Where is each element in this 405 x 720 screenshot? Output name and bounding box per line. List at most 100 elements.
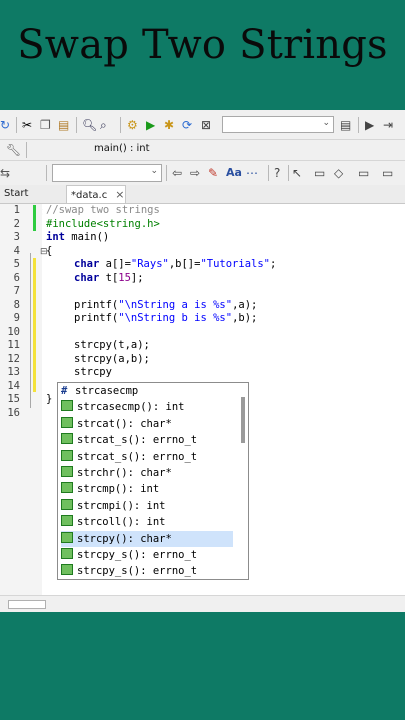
replace-icon[interactable]: ⌕ [100,118,107,132]
build-run-icon[interactable]: ✱ [164,118,174,132]
code-line: char a[]="Rays",b[]="Tutorials"; [74,258,277,270]
tab-data-c[interactable]: *data.c × [66,185,126,203]
saved-change-marker [33,205,36,231]
scope-select[interactable] [30,141,86,158]
autocomplete-item[interactable]: # strcasecmp [61,383,233,399]
code-line: { [46,244,53,257]
line-number: 1 [13,204,20,216]
build-target-select[interactable]: ⌄ [222,116,334,133]
main-toolbar: ↻ ✂ ❐ ▤ 🔍︎ ⌕ ⚙ ▶ ✱ ⟳ ⊠ ⌄ ▤ ▶ ⇥ [0,110,405,140]
fold-line [30,253,31,408]
macro-icon: # [61,385,68,397]
navigate-icon[interactable]: ⇆ [0,166,10,180]
tab-start-here[interactable]: Start here× [0,185,70,218]
build-icon[interactable]: ⚙ [127,118,138,132]
rectangle-icon[interactable]: ▭ [314,166,325,180]
code-line: //swap two strings [46,204,160,216]
code-line: strcpy(a,b); [74,352,150,365]
autocomplete-item[interactable]: strcpy_s(): errno_t [61,547,233,563]
autocomplete-item[interactable]: strcmp(): int [61,481,233,497]
line-number: 6 [13,271,20,284]
code-completion-toolbar: 🔧︎ main() : int [0,140,405,161]
function-icon [61,564,73,576]
unsaved-change-marker [33,258,36,392]
window-icon[interactable]: ▭ [382,166,393,180]
abort-icon[interactable]: ⊠ [201,118,211,132]
terminal-icon[interactable]: ▭ [358,166,369,180]
symbol-select[interactable]: ⌄ [52,164,162,182]
close-icon[interactable]: × [115,188,124,201]
scrollbar-thumb[interactable] [8,600,46,609]
line-number: 11 [7,339,20,351]
function-icon [61,498,73,510]
code-line: strcpy(t,a); [74,339,150,351]
run-icon[interactable]: ▶ [146,118,155,132]
horizontal-scrollbar[interactable] [0,595,405,612]
code-line: printf("\nString a is %s",a); [74,298,258,311]
autocomplete-item[interactable]: strcat_s(): errno_t [61,432,233,448]
highlight-icon[interactable]: ✎ [208,166,218,180]
pointer-icon[interactable]: ↖ [292,166,302,180]
function-icon [61,482,73,494]
autocomplete-item[interactable]: strcasecmp(): int [61,399,233,415]
tab-label: *data.c [71,190,108,201]
find-icon[interactable]: 🔍︎ [82,118,97,132]
line-number: 12 [7,352,20,365]
line-number: 13 [7,366,20,378]
line-number: 9 [13,312,20,324]
selection-icon[interactable]: ⋯ [246,166,258,180]
ide-window: ↻ ✂ ❐ ▤ 🔍︎ ⌕ ⚙ ▶ ✱ ⟳ ⊠ ⌄ ▤ ▶ ⇥ 🔧︎ main()… [0,110,405,612]
function-icon [61,433,73,445]
line-number: 14 [7,379,20,392]
wrench-icon[interactable]: 🔧︎ [6,143,21,157]
autocomplete-item-selected[interactable]: strcpy(): char* [61,530,233,547]
code-line: strcpy [74,366,112,378]
paste-icon[interactable]: ▤ [58,118,69,132]
autocomplete-item[interactable]: strcpy_s(): errno_t [61,563,233,579]
autocomplete-popup: # strcasecmp strcasecmp(): int strcat(): … [57,382,249,580]
code-line: #include<string.h> [46,217,160,230]
debug-icon[interactable]: ▶ [365,118,374,132]
function-icon [61,531,73,543]
line-number: 5 [13,258,20,270]
line-number: 8 [13,298,20,311]
autocomplete-item[interactable]: strcoll(): int [61,514,233,530]
function-icon [61,548,73,559]
step-into-icon[interactable]: ⇥ [383,118,393,132]
show-select-target-icon[interactable]: ▤ [340,118,351,132]
autocomplete-item[interactable]: strcmpi(): int [61,498,233,514]
cut-icon[interactable]: ✂ [22,118,32,132]
function-scope-label[interactable]: main() : int [94,143,150,154]
line-number: 15 [7,393,20,405]
function-icon [61,466,73,477]
line-number: 10 [7,325,20,338]
code-line: } [46,393,53,405]
redo-icon[interactable]: ↻ [0,118,10,132]
autocomplete-item[interactable]: strcat_s(): errno_t [61,449,233,465]
code-line: int main() [46,231,110,243]
function-icon [61,416,73,428]
line-number: 3 [13,231,20,243]
navigation-toolbar: ⇆ ⌄ ⇦ ⇨ ✎ Aa ⋯ ? ↖ ▭ ◇ ▭ ▭ [0,161,405,186]
function-icon [61,400,73,412]
autocomplete-scrollbar[interactable] [241,397,245,443]
autocomplete-item[interactable]: strcat(): char* [61,416,233,432]
code-line: char t[15]; [74,271,144,284]
line-number: 2 [13,217,20,230]
function-icon [61,449,73,461]
autocomplete-item[interactable]: strchr(): char* [61,465,233,481]
rebuild-icon[interactable]: ⟳ [182,118,192,132]
video-title: Swap Two Strings [17,22,388,68]
line-number: 7 [13,285,20,297]
function-icon [61,515,73,527]
back-arrow-icon[interactable]: ⇦ [172,166,182,180]
match-case-icon[interactable]: Aa [226,166,242,180]
line-number: 16 [7,406,20,419]
editor-tabs: Start here× *data.c × [0,185,405,218]
help-icon[interactable]: ? [274,166,280,180]
shape-icon[interactable]: ◇ [334,166,343,180]
forward-arrow-icon[interactable]: ⇨ [190,166,200,180]
code-line: printf("\nString b is %s",b); [74,312,258,324]
copy-icon[interactable]: ❐ [40,118,51,132]
line-number: 4 [13,244,20,257]
